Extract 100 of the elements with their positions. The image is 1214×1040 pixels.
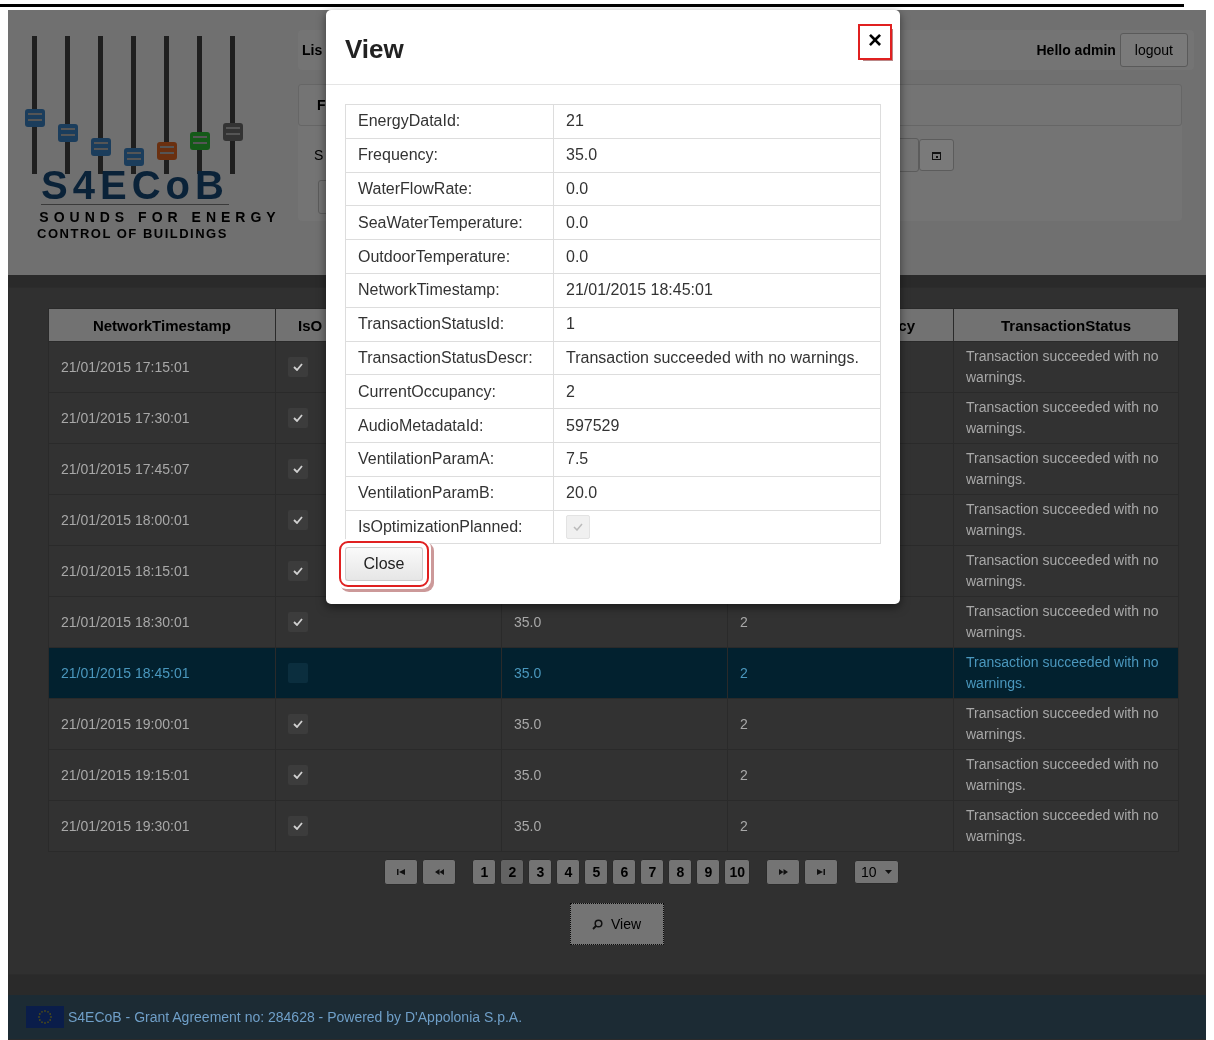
- field-label: SeaWaterTemperature:: [358, 213, 523, 231]
- page-button[interactable]: 9: [696, 859, 721, 885]
- status-cell: Transaction succeeded with no warnings.: [966, 756, 1159, 793]
- frequency-cell: 35.0: [514, 767, 542, 783]
- status-cell: Transaction succeeded with no warnings.: [966, 450, 1159, 487]
- status-cell: Transaction succeeded with no warnings.: [966, 399, 1159, 436]
- table-row[interactable]: 21/01/2015 19:30:01 35.0 2 Transaction succeeded with no warnings.: [48, 800, 1179, 852]
- page-button[interactable]: 8: [668, 859, 693, 885]
- checkmark-icon: [293, 771, 303, 779]
- first-page-button[interactable]: [384, 859, 419, 885]
- status-cell: Transaction succeeded with no warnings.: [966, 348, 1159, 385]
- page-button[interactable]: 4: [556, 859, 581, 885]
- previous-page-button[interactable]: [422, 859, 457, 885]
- field-value: 21: [566, 112, 584, 130]
- timestamp-cell: 21/01/2015 18:15:01: [61, 563, 190, 579]
- field-value: 0.0: [566, 213, 589, 231]
- frequency-cell: 35.0: [514, 716, 542, 732]
- caret-icon: [884, 870, 892, 874]
- field-label: OutdoorTemperature:: [358, 247, 511, 265]
- occupancy-cell: 2: [740, 818, 748, 834]
- checkmark-icon: [293, 720, 303, 728]
- greeting-text: Hello admin: [1036, 42, 1116, 58]
- fast-forward-icon: [778, 869, 788, 875]
- page-button[interactable]: 2: [500, 859, 525, 885]
- close-button[interactable]: ×: [860, 26, 890, 58]
- table-row[interactable]: 21/01/2015 18:45:01 35.0 2 Transaction succeeded with no warnings.: [48, 647, 1179, 699]
- page-size-dropdown[interactable]: 10: [854, 860, 899, 884]
- page-button[interactable]: 7: [640, 859, 665, 885]
- next-page-button[interactable]: [766, 859, 800, 885]
- field-value: 0.0: [566, 247, 589, 265]
- timestamp-cell: 21/01/2015 19:30:01: [61, 818, 190, 834]
- checkmark-icon: [293, 465, 303, 473]
- field-label: AudioMetadataId:: [358, 416, 484, 434]
- field-value: 20.0: [566, 484, 598, 502]
- status-cell: Transaction succeeded with no warnings.: [966, 807, 1159, 844]
- column-header[interactable]: IsO: [298, 316, 323, 334]
- field-value: 21/01/2015 18:45:01: [566, 281, 713, 299]
- rewind-icon: [434, 869, 444, 875]
- logo-subtitle: CONTROL OF BUILDINGS: [37, 226, 228, 241]
- field-label: IsOptimizationPlanned:: [358, 517, 523, 535]
- field-label: Frequency:: [358, 146, 439, 164]
- field-value: 597529: [566, 416, 620, 434]
- logo-title: S4ECoB: [41, 166, 229, 205]
- page-button[interactable]: 5: [584, 859, 609, 885]
- timestamp-cell: 21/01/2015 18:45:01: [61, 665, 190, 681]
- flag-icon: [26, 1006, 64, 1028]
- page-button[interactable]: 10: [724, 859, 750, 885]
- last-page-icon: [817, 869, 825, 875]
- frequency-cell: 35.0: [514, 818, 542, 834]
- table-row[interactable]: 21/01/2015 18:30:01 35.0 2 Transaction succeeded with no warnings.: [48, 596, 1179, 648]
- calendar-button[interactable]: [919, 139, 954, 171]
- field-value: 0.0: [566, 180, 589, 197]
- page-button[interactable]: 3: [528, 859, 553, 885]
- filter-label: S: [314, 147, 324, 163]
- field-label: VentilationParamA:: [358, 450, 495, 468]
- checkmark-icon: [293, 363, 303, 371]
- occupancy-cell: 2: [740, 767, 748, 783]
- field-label: WaterFlowRate:: [358, 180, 473, 197]
- dialog-title: View: [345, 33, 404, 65]
- timestamp-cell: 21/01/2015 17:30:01: [61, 410, 190, 426]
- footer-text: S4ECoB - Grant Agreement no: 284628 - Powered by D'Appolonia S.p.A.: [68, 1009, 523, 1025]
- last-page-button[interactable]: [804, 859, 838, 885]
- occupancy-cell: 2: [740, 665, 748, 681]
- field-value: 35.0: [566, 146, 598, 164]
- field-label: TransactionStatusDescr:: [358, 348, 533, 366]
- table-row[interactable]: 21/01/2015 19:15:01 35.0 2 Transaction succeeded with no warnings.: [48, 749, 1179, 801]
- timestamp-cell: 21/01/2015 18:00:01: [61, 512, 190, 528]
- timestamp-cell: 21/01/2015 17:45:07: [61, 461, 190, 477]
- view-button[interactable]: View: [569, 903, 664, 945]
- logout-button[interactable]: logout: [1119, 33, 1188, 67]
- timestamp-cell: 21/01/2015 19:00:01: [61, 716, 190, 732]
- field-label: EnergyDataId:: [358, 112, 461, 130]
- field-label: NetworkTimestamp:: [358, 281, 500, 299]
- occupancy-cell: 2: [740, 614, 748, 630]
- status-cell: Transaction succeeded with no warnings.: [966, 705, 1159, 742]
- field-value: 7.5: [566, 450, 589, 468]
- checkmark-icon: [573, 522, 583, 531]
- frequency-cell: 35.0: [514, 665, 542, 681]
- table-row[interactable]: 21/01/2015 19:00:01 35.0 2 Transaction succeeded with no warnings.: [48, 698, 1179, 750]
- first-page-icon: [397, 869, 406, 875]
- checkmark-icon: [293, 822, 303, 830]
- occupancy-cell: 2: [740, 716, 748, 732]
- calendar-icon: [932, 150, 941, 160]
- timestamp-cell: 21/01/2015 19:15:01: [61, 767, 190, 783]
- nav-label[interactable]: Lis: [302, 42, 323, 58]
- field-value: Transaction succeeded with no warnings.: [566, 348, 859, 366]
- status-cell: Transaction succeeded with no warnings.: [966, 552, 1159, 589]
- field-label: VentilationParamB:: [358, 484, 495, 502]
- page-button[interactable]: 1: [472, 859, 497, 885]
- logo-subtitle: SOUNDS FOR ENERGY: [39, 209, 281, 225]
- checkmark-icon: [293, 516, 303, 524]
- status-cell: Transaction succeeded with no warnings.: [966, 603, 1159, 640]
- page-button[interactable]: 6: [612, 859, 637, 885]
- checkmark-icon: [293, 618, 303, 626]
- status-cell: Transaction succeeded with no warnings.: [966, 501, 1159, 538]
- field-value: 1: [566, 315, 575, 333]
- frequency-cell: 35.0: [514, 614, 542, 630]
- checkmark-icon: [293, 414, 303, 422]
- timestamp-cell: 21/01/2015 17:15:01: [61, 359, 190, 375]
- filter-label: F: [317, 97, 326, 113]
